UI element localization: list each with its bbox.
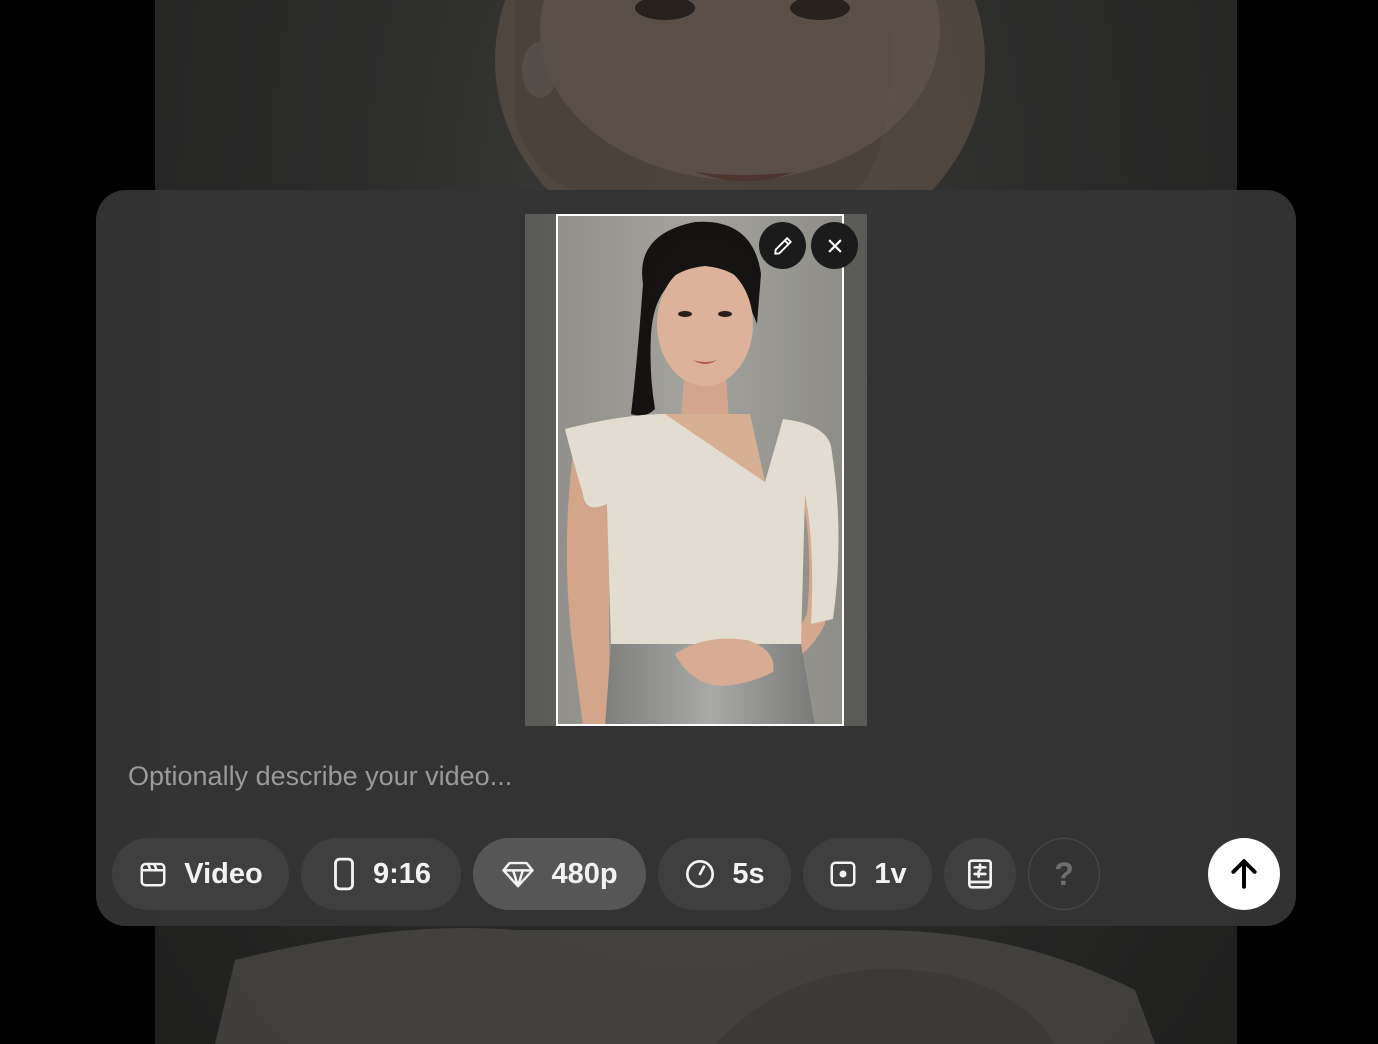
help-button[interactable]: ? (1028, 838, 1100, 910)
composer-panel: Video 9:16 480p (96, 190, 1296, 926)
clapperboard-icon (138, 859, 168, 889)
help-label: ? (1054, 855, 1074, 892)
arrow-up-icon (1227, 857, 1261, 891)
submit-button[interactable] (1208, 838, 1280, 910)
prompt-input[interactable] (128, 756, 1248, 796)
resolution-button[interactable]: 480p (473, 838, 646, 910)
duration-button[interactable]: 5s (658, 838, 791, 910)
timer-icon (684, 858, 716, 890)
video-composer-screen: Video 9:16 480p (0, 0, 1378, 1044)
edit-image-button[interactable] (759, 222, 806, 269)
crop-shade-right (844, 214, 867, 726)
diamond-icon (501, 859, 535, 889)
aspect-ratio-button[interactable]: 9:16 (301, 838, 461, 910)
variations-label: 1v (874, 857, 907, 890)
square-dot-icon (828, 859, 858, 889)
resolution-label: 480p (551, 857, 618, 890)
aspect-ratio-label: 9:16 (372, 857, 432, 890)
image-preview (525, 214, 867, 726)
remove-image-button[interactable] (811, 222, 858, 269)
crop-shade-left (525, 214, 556, 726)
duration-label: 5s (732, 857, 765, 890)
crop-frame[interactable] (556, 214, 844, 726)
mode-label: Video (184, 857, 263, 890)
phone-portrait-icon (331, 857, 357, 891)
variations-button[interactable]: 1v (803, 838, 932, 910)
mode-button[interactable]: Video (112, 838, 289, 910)
presets-button[interactable] (944, 838, 1016, 910)
book-sliders-icon (966, 858, 994, 890)
close-icon (826, 237, 844, 255)
pencil-icon (772, 235, 794, 257)
